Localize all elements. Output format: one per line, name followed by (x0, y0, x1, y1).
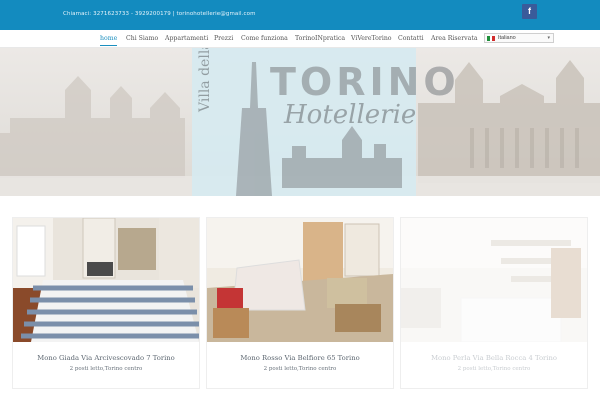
listing-title[interactable]: Mono Perla Via Bella Rocca 4 Torino (401, 354, 587, 362)
nav-prezzi[interactable]: Prezzi (214, 35, 233, 42)
listing-card[interactable]: Mono Perla Via Bella Rocca 4 Torino 2 po… (401, 218, 587, 388)
main-navigation: home Chi Siamo Appartamenti Prezzi Come … (0, 30, 600, 48)
listing-card[interactable]: Mono Giada Via Arcivescovado 7 Torino 2 … (13, 218, 199, 388)
nav-come-funziona[interactable]: Come funziona (241, 35, 288, 42)
nav-chi-siamo[interactable]: Chi Siamo (126, 35, 158, 42)
hero-banner: TORINO Hotellerie Villa della Vittoria (0, 48, 600, 196)
listing-subtitle: 2 posti letto,Torino centro (457, 366, 531, 372)
chevron-down-icon: ▾ (547, 35, 550, 41)
language-select[interactable]: Italiano ▾ (484, 33, 554, 43)
contact-info: Chiamaci: 3271623733 - 3929200179 | tori… (63, 11, 256, 17)
listing-photo[interactable] (401, 218, 587, 342)
facebook-icon[interactable]: f (522, 4, 537, 19)
listing-subtitle: 2 posti letto,Torino centro (263, 366, 337, 372)
logo-script: Hotellerie (284, 100, 417, 130)
listing-title[interactable]: Mono Giada Via Arcivescovado 7 Torino (13, 354, 199, 362)
listing-card[interactable]: Mono Rosso Via Belfiore 65 Torino 2 post… (207, 218, 393, 388)
nav-contatti[interactable]: Contatti (398, 35, 424, 42)
nav-viveretorino[interactable]: ViVereTorino (351, 35, 392, 42)
nav-appartamenti[interactable]: Appartamenti (165, 35, 208, 42)
listing-title[interactable]: Mono Rosso Via Belfiore 65 Torino (207, 354, 393, 362)
nav-area-riservata[interactable]: Area Riservata (431, 35, 478, 42)
logo-word: TORINO (270, 60, 460, 104)
language-selected: Italiano (498, 35, 516, 41)
top-contact-bar: Chiamaci: 3271623733 - 3929200179 | tori… (0, 0, 600, 30)
listing-photo[interactable] (207, 218, 393, 342)
italy-flag-icon (487, 36, 496, 41)
nav-torinoinpratica[interactable]: TorinoINpratica (295, 35, 345, 42)
listing-subtitle: 2 posti letto,Torino centro (69, 366, 143, 372)
logo-vertical-text: Villa della Vittoria (197, 48, 213, 112)
nav-home[interactable]: home (100, 35, 118, 46)
listing-photo[interactable] (13, 218, 199, 342)
